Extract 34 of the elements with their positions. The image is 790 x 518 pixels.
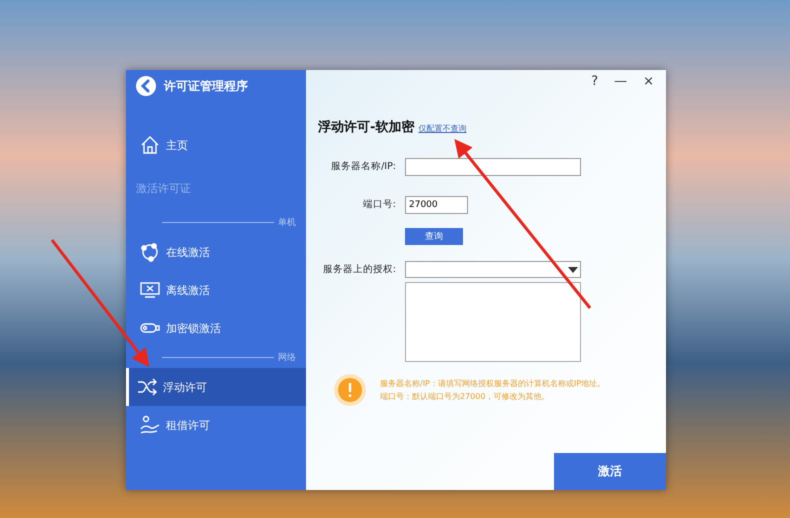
help-button[interactable]: ? bbox=[591, 74, 598, 94]
house-icon bbox=[140, 135, 160, 155]
query-button[interactable]: 查询 bbox=[405, 228, 463, 245]
warning-icon bbox=[334, 374, 366, 406]
activate-button[interactable]: 激活 bbox=[554, 453, 666, 490]
sidebar-item[interactable]: 在线激活 bbox=[126, 233, 306, 271]
hand-person-icon bbox=[140, 415, 160, 435]
port-input[interactable]: 27000 bbox=[405, 196, 468, 214]
sidebar-item[interactable]: 加密锁激活 bbox=[126, 309, 306, 347]
monitor-icon bbox=[140, 280, 160, 300]
sidebar-item[interactable]: 租借许可 bbox=[126, 406, 306, 444]
hint-text: 端口号：默认端口号为27000，可修改为其他。 bbox=[380, 391, 550, 403]
hint-text: 服务器名称/IP：请填写网络授权服务器的计算机名称或IP地址。 bbox=[380, 378, 606, 390]
license-dropdown[interactable] bbox=[405, 261, 581, 278]
section-heading: 激活许可证 bbox=[135, 180, 192, 196]
dropdown-caret-icon bbox=[568, 266, 578, 272]
sidebar-item[interactable]: 主页 bbox=[126, 126, 306, 164]
server-input[interactable] bbox=[405, 158, 581, 176]
field-label: 端口号: bbox=[362, 198, 397, 212]
minimize-button[interactable]: — bbox=[614, 74, 628, 94]
field-label: 服务器名称/IP: bbox=[330, 160, 397, 174]
back-icon[interactable] bbox=[136, 76, 156, 96]
license-list[interactable] bbox=[405, 282, 581, 362]
config-only-link[interactable]: 仅配置不查询 bbox=[418, 123, 466, 134]
shuffle-arrows-icon bbox=[137, 377, 157, 397]
field-label: 服务器上的授权: bbox=[322, 263, 397, 277]
network-nodes-icon bbox=[140, 242, 160, 262]
group-label: 单机 bbox=[278, 216, 296, 229]
app-title: 许可证管理程序 bbox=[164, 78, 248, 94]
page-title: 浮动许可-软加密 bbox=[318, 118, 414, 136]
group-label: 网络 bbox=[278, 352, 296, 364]
sidebar-item[interactable]: 浮动许可 bbox=[126, 368, 306, 406]
sidebar-item[interactable]: 离线激活 bbox=[126, 271, 306, 309]
close-button[interactable]: × bbox=[643, 74, 654, 94]
